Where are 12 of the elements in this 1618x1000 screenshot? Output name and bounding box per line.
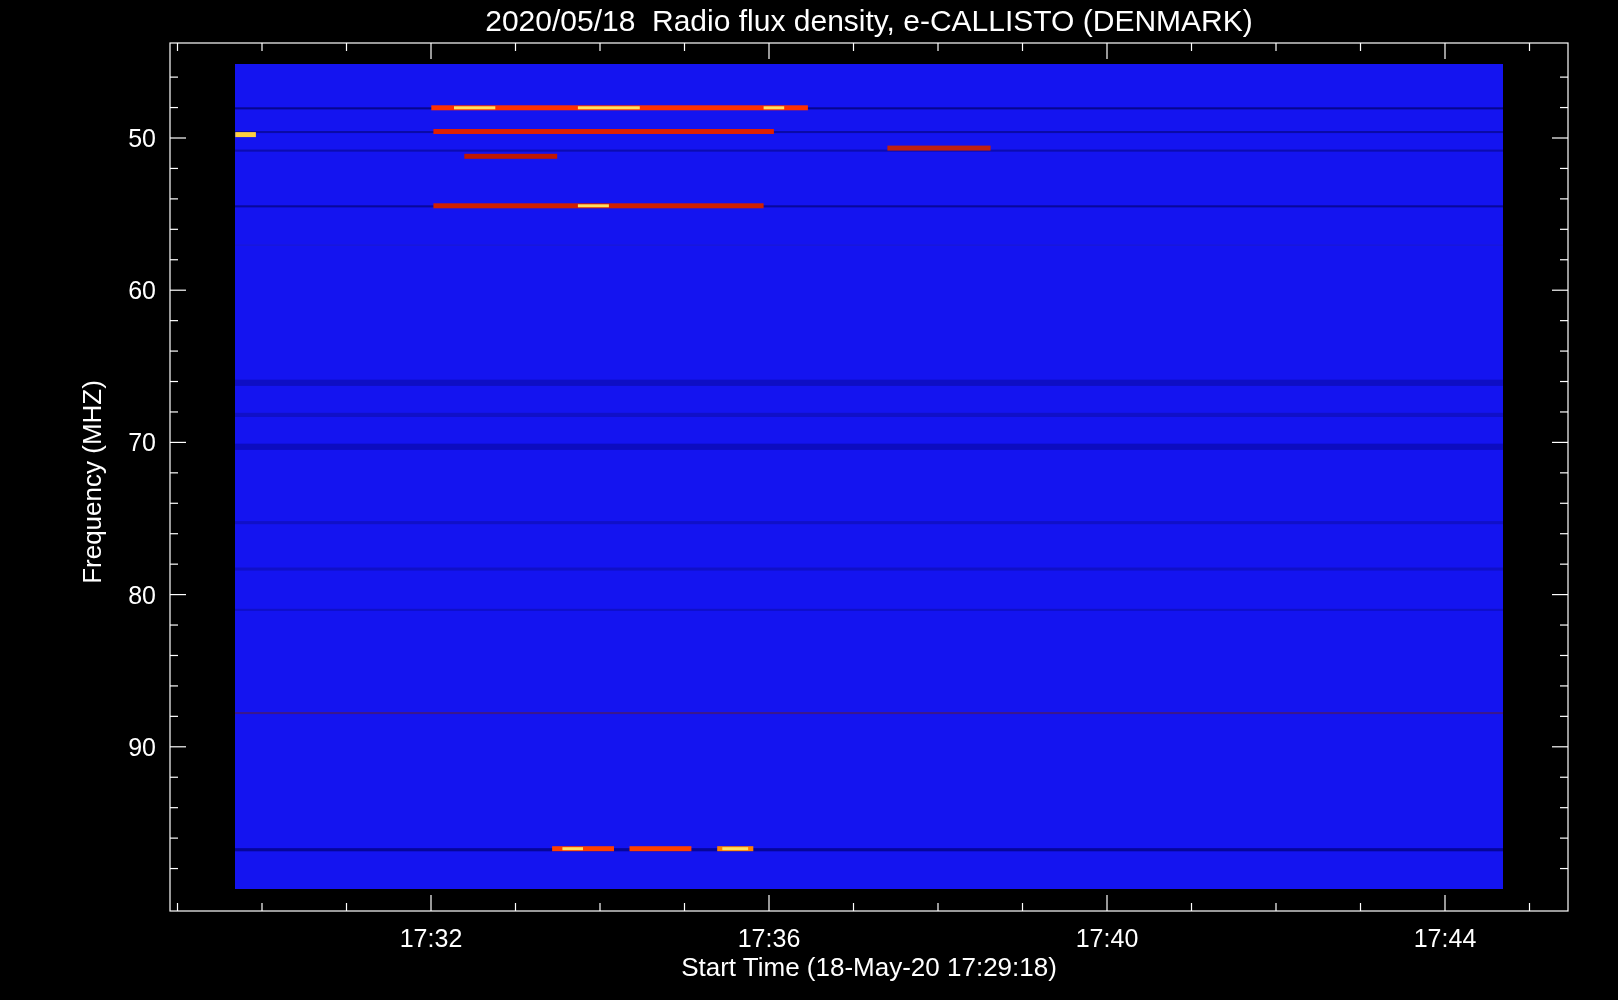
x-tick-label: 17:44: [1413, 924, 1477, 952]
y-tick-label: 60: [128, 276, 156, 305]
x-tick-label: 17:36: [737, 924, 801, 952]
y-tick-label: 70: [128, 428, 156, 457]
x-axis-title: Start Time (18-May-20 17:29:18): [681, 952, 1057, 982]
y-tick-label: 90: [128, 732, 156, 761]
x-tick-label: 17:32: [399, 924, 463, 952]
y-axis-title: Frequency (MHZ): [77, 380, 107, 584]
chart-title: 2020/05/18 Radio flux density, e-CALLISTO (DENMARK): [485, 4, 1253, 37]
y-tick-label: 50: [128, 124, 156, 152]
y-tick-label: 80: [128, 580, 156, 609]
x-tick-label: 17:40: [1075, 924, 1139, 952]
